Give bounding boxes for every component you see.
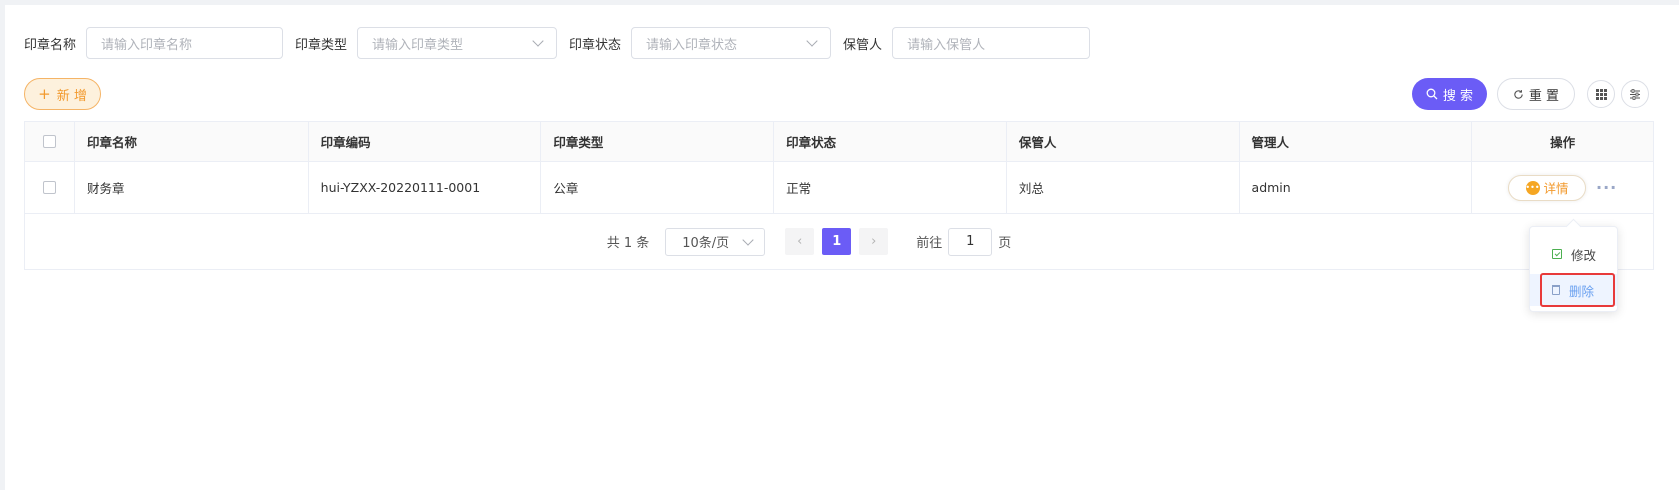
keeper-label: 保管人 [843,37,883,53]
pagination: 共 1 条 10条/页 ‹ 1 › 前往 1 页 [25,214,1653,269]
sliders-icon [1630,88,1640,100]
cell-seal-type: 公章 [541,162,775,213]
row-select-cell [25,162,75,213]
next-page-button[interactable]: › [859,228,889,255]
page-number-current[interactable]: 1 [822,228,852,255]
seal-type-placeholder: 请输入印章类型 [372,37,464,53]
cell-seal-status: 正常 [774,162,1007,213]
cell-seal-name: 财务章 [75,162,309,213]
seal-status-select[interactable]: 请输入印章状态 [631,27,832,59]
chevron-down-icon [742,233,754,246]
cell-actions: ••• 详情 ··· [1472,162,1653,213]
more-actions-icon[interactable]: ··· [1596,178,1617,197]
page-suffix: 页 [998,236,1012,251]
search-icon [1426,88,1438,100]
seal-name-placeholder: 请输入印章名称 [101,37,193,53]
keeper-placeholder: 请输入保管人 [907,37,986,53]
page-container: 印章名称 请输入印章名称 印章类型 请输入印章类型 印章状态 请输入印章状态 保… [5,5,1679,490]
prev-page-button[interactable]: ‹ [785,228,815,255]
more-circle-icon: ••• [1525,180,1540,195]
delete-highlight-box [1540,273,1615,307]
detail-button-label: 详情 [1543,181,1569,196]
cell-keeper: 刘总 [1007,162,1240,213]
edit-icon [1552,249,1562,259]
seal-type-label: 印章类型 [295,37,348,53]
header-seal-code: 印章编码 [309,122,542,161]
total-count: 共 1 条 [606,236,650,251]
goto-page: 前往 1 页 [916,227,1012,256]
refresh-icon [1514,89,1523,99]
table-row: 财务章 hui-YZXX-20220111-0001 公章 正常 刘总 admi… [25,162,1653,214]
plus-icon: + [38,84,51,103]
row-checkbox[interactable] [42,181,56,194]
page-size-value: 10条/页 [682,236,730,251]
column-settings-button[interactable] [1587,80,1615,108]
seal-type-select[interactable]: 请输入印章类型 [357,27,558,59]
goto-page-input[interactable]: 1 [948,227,993,256]
chevron-down-icon [532,35,544,47]
edit-menu-item[interactable]: 修改 [1530,238,1617,270]
select-all-cell [25,122,75,161]
page-size-select[interactable]: 10条/页 [665,227,766,256]
header-actions: 操作 [1550,135,1576,150]
header-seal-name: 印章名称 [75,122,309,161]
keeper-input[interactable]: 请输入保管人 [892,27,1091,59]
filter-settings-button[interactable] [1621,80,1649,108]
header-keeper: 保管人 [1007,122,1240,161]
header-manager: 管理人 [1240,122,1473,161]
goto-label: 前往 [916,236,943,251]
seal-status-placeholder: 请输入印章状态 [646,37,738,53]
chevron-left-icon: ‹ [797,234,803,249]
search-button[interactable]: 搜 索 [1412,78,1487,110]
cell-manager: admin [1240,162,1473,213]
seal-name-input[interactable]: 请输入印章名称 [86,27,284,59]
cell-seal-code: hui-YZXX-20220111-0001 [309,162,542,213]
edit-menu-label: 修改 [1571,247,1597,263]
detail-button[interactable]: ••• 详情 [1508,174,1587,201]
select-all-checkbox[interactable] [42,135,56,148]
header-seal-status: 印章状态 [774,122,1007,161]
filter-bar: 印章名称 请输入印章名称 印章类型 请输入印章类型 印章状态 请输入印章状态 保… [24,27,1102,59]
chevron-down-icon [806,35,818,47]
search-button-label: 搜 索 [1442,88,1474,104]
seal-status-label: 印章状态 [569,37,622,53]
reset-button[interactable]: 重 置 [1497,78,1575,110]
add-button[interactable]: + 新 增 [24,78,101,110]
seal-name-label: 印章名称 [24,37,77,53]
seal-table: 印章名称 印章编码 印章类型 印章状态 保管人 管理人 操作 财务章 hui-Y… [24,121,1654,270]
table-header-row: 印章名称 印章编码 印章类型 印章状态 保管人 管理人 操作 [25,122,1653,162]
header-seal-type: 印章类型 [541,122,775,161]
chevron-right-icon: › [871,234,877,249]
reset-button-label: 重 置 [1528,88,1560,104]
add-button-label: 新 增 [56,88,87,104]
grid-icon [1595,88,1607,100]
